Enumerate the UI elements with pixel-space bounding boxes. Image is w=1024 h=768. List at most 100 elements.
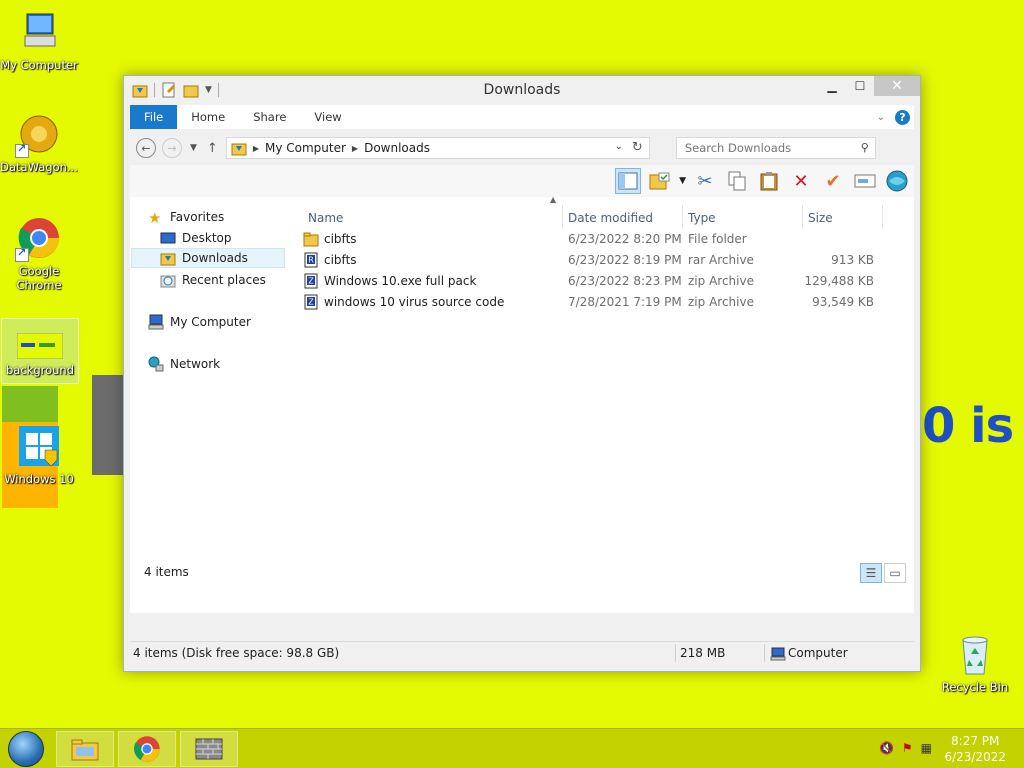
desktop-icon-windows-10[interactable]: Windows 10	[0, 424, 78, 486]
breadcrumb-separator-icon[interactable]: ▶	[253, 144, 259, 153]
nav-downloads[interactable]: Downloads	[131, 248, 285, 268]
copy-icon[interactable]	[724, 168, 750, 194]
cut-icon[interactable]: ✂	[692, 168, 718, 194]
network-disconnected-icon[interactable]: ▦	[921, 741, 932, 755]
sort-ascending-icon: ▲	[550, 195, 557, 204]
recycle-bin-icon	[953, 632, 997, 676]
taskbar-firewall-app[interactable]	[180, 731, 238, 767]
desktop-icon-google-chrome[interactable]: Google Chrome	[0, 216, 78, 292]
refresh-icon[interactable]: ↻	[632, 140, 643, 155]
tab-home[interactable]: Home	[177, 105, 239, 129]
status-size: 218 MB	[680, 646, 726, 660]
folder-options-icon[interactable]	[647, 168, 673, 194]
breadcrumb-downloads[interactable]: Downloads	[364, 141, 430, 155]
computer-icon	[17, 10, 61, 54]
forward-arrow-icon[interactable]: →	[162, 138, 182, 158]
shortcut-arrow-icon	[15, 142, 29, 158]
expand-ribbon-chevron-icon[interactable]: ⌄	[877, 112, 885, 123]
details-view-icon[interactable]: ☰	[860, 563, 882, 583]
column-divider[interactable]	[882, 205, 883, 229]
shell-globe-icon[interactable]	[884, 168, 910, 194]
file-row[interactable]: Rcibfts 6/23/2022 8:19 PM rar Archive 913 K…	[300, 250, 900, 271]
delete-icon[interactable]: ✕	[788, 168, 814, 194]
svg-text:R: R	[308, 256, 314, 265]
preview-pane-icon[interactable]	[615, 168, 642, 194]
downloads-folder-icon	[231, 143, 247, 156]
nav-favorites[interactable]: ★ Favorites	[148, 207, 224, 227]
file-type: File folder	[688, 232, 747, 246]
tab-file[interactable]: File	[130, 105, 178, 129]
volume-muted-icon[interactable]: 🔇	[879, 741, 894, 755]
file-name: cibfts	[324, 253, 357, 267]
checkmark-icon[interactable]: ✔	[820, 168, 846, 194]
recent-locations-chevron-icon[interactable]: ▼	[190, 143, 197, 153]
address-bar[interactable]: ▶ My Computer ▶ Downloads ⌄ ↻	[225, 137, 650, 159]
datawagon-icon	[15, 112, 61, 158]
desktop-icon-my-computer[interactable]: My Computer	[0, 10, 78, 72]
rename-icon[interactable]	[852, 168, 878, 194]
nav-recent-places[interactable]: Recent places	[160, 270, 266, 290]
back-arrow-icon[interactable]: ←	[136, 138, 156, 158]
address-dropdown-chevron-icon[interactable]: ⌄	[614, 141, 622, 152]
taskbar-file-explorer[interactable]	[56, 731, 114, 767]
help-icon[interactable]: ?	[895, 109, 910, 125]
large-icons-view-icon[interactable]: ▭	[884, 563, 906, 583]
window-title: Downloads	[483, 82, 561, 98]
file-date: 6/23/2022 8:20 PM	[568, 232, 682, 246]
file-row[interactable]: cibfts 6/23/2022 8:20 PM File folder	[300, 229, 900, 250]
clock-time: 8:27 PM	[951, 734, 1000, 748]
file-type: zip Archive	[688, 274, 754, 288]
options-dropdown-chevron-icon[interactable]: ▼	[679, 176, 686, 186]
status-location: Computer	[788, 646, 848, 660]
desktop-icon-background[interactable]: background	[1, 318, 79, 384]
clock[interactable]: 8:27 PM 6/23/2022	[944, 733, 1006, 765]
file-size: 129,488 KB	[804, 274, 874, 288]
close-icon[interactable]: ✕	[874, 76, 920, 96]
nav-network[interactable]: Network	[148, 354, 220, 374]
desktop-icon-recycle-bin[interactable]: Recycle Bin	[936, 632, 1014, 694]
status-separator	[764, 644, 765, 662]
wallpaper-tile-green	[2, 386, 58, 422]
column-divider[interactable]	[682, 205, 683, 229]
chrome-icon	[134, 736, 160, 762]
column-divider[interactable]	[802, 205, 803, 229]
breadcrumb-separator-icon[interactable]: ▶	[352, 144, 358, 153]
breadcrumb-my-computer[interactable]: My Computer	[265, 141, 346, 155]
star-icon: ★	[148, 209, 162, 227]
paste-icon[interactable]	[756, 168, 782, 194]
window-controls: ▁ ☐ ✕	[818, 76, 920, 96]
system-tray: 🔇 ⚑ ▦	[879, 741, 932, 755]
tab-view[interactable]: View	[300, 105, 355, 129]
file-type: zip Archive	[688, 295, 754, 309]
file-type: rar Archive	[688, 253, 754, 267]
file-explorer-icon	[71, 739, 99, 761]
start-button[interactable]	[8, 731, 44, 767]
file-row[interactable]: Zwindows 10 virus source code 7/28/2021 7…	[300, 292, 900, 313]
desktop-icon-datawagon[interactable]: DataWagon...	[0, 112, 78, 174]
file-row[interactable]: Z Windows 10.exe full pack 6/23/2022 8:23 …	[300, 271, 900, 292]
status-bar: 4 items (Disk free space: 98.8 GB) 218 M…	[130, 641, 914, 665]
file-date: 6/23/2022 8:19 PM	[568, 253, 682, 267]
flag-alert-icon[interactable]: ⚑	[902, 741, 913, 755]
search-box[interactable]: ⚲	[675, 137, 876, 159]
maximize-icon[interactable]: ☐	[846, 76, 874, 96]
search-icon[interactable]: ⚲	[861, 141, 869, 154]
nav-desktop[interactable]: Desktop	[160, 228, 232, 248]
nav-my-computer[interactable]: My Computer	[148, 312, 251, 332]
file-size: 913 KB	[831, 253, 874, 267]
up-arrow-icon[interactable]: ↑	[207, 141, 218, 156]
tab-share[interactable]: Share	[239, 105, 300, 129]
file-size: 93,549 KB	[812, 295, 874, 309]
taskbar-chrome[interactable]	[118, 731, 176, 767]
wallpaper-text: 0 is $	[922, 398, 1024, 454]
taskbar: 🔇 ⚑ ▦ 8:27 PM 6/23/2022	[0, 728, 1024, 768]
shortcut-arrow-icon	[15, 246, 29, 262]
network-icon	[148, 356, 164, 372]
minimize-icon[interactable]: ▁	[818, 76, 846, 96]
ribbon-tabs: File Home Share View ⌄ ?	[130, 105, 914, 129]
column-divider[interactable]	[562, 205, 563, 229]
file-name: Windows 10.exe full pack	[324, 274, 477, 288]
search-input[interactable]	[684, 141, 845, 155]
desktop-icon	[160, 232, 176, 244]
status-summary: 4 items (Disk free space: 98.8 GB)	[133, 646, 340, 660]
